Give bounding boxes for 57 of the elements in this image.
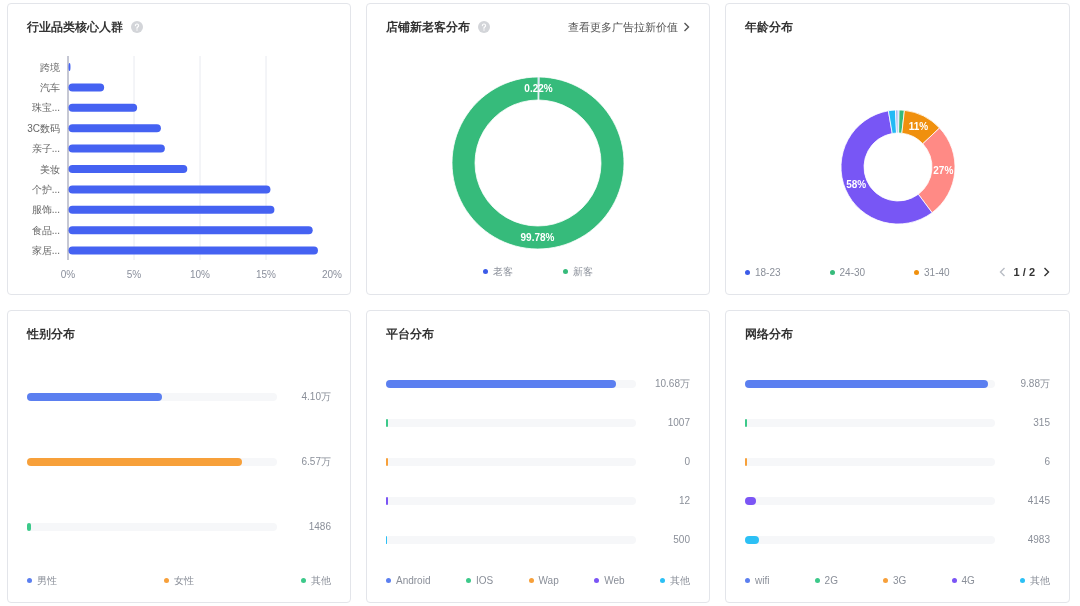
page-indicator: 1 / 2 xyxy=(1013,265,1035,280)
tick-label: 5% xyxy=(126,269,142,280)
category-label: 个护... xyxy=(31,183,60,195)
legend-label: 男性 xyxy=(37,574,57,588)
legend-label: 3G xyxy=(893,574,907,588)
value-text: 12 xyxy=(677,494,690,508)
legend-label: Wap xyxy=(538,574,559,588)
legend-label: 老客 xyxy=(493,265,513,279)
value-text: 6 xyxy=(1043,455,1050,469)
card-title: 网络分布 xyxy=(745,326,793,343)
category-label: 服饰... xyxy=(31,204,60,216)
category-label: 食品... xyxy=(31,224,60,236)
value-text: 1007 xyxy=(666,416,690,430)
tick-label: 20% xyxy=(322,269,342,280)
value-text: 0 xyxy=(683,455,690,469)
category-label: 汽车 xyxy=(40,81,60,93)
category-label: 珠宝... xyxy=(31,102,60,114)
tick-label: 10% xyxy=(190,269,210,280)
card-title: 年龄分布 xyxy=(745,19,793,36)
card-title: 店铺新老客分布 xyxy=(386,19,470,36)
tick-label: 15% xyxy=(256,269,276,280)
value-label: 27% xyxy=(932,165,953,177)
legend-label: 24-30 xyxy=(839,265,866,280)
value-text: 4145 xyxy=(1026,494,1050,508)
category-label: 家居... xyxy=(31,245,60,257)
category-label: 跨境 xyxy=(40,61,60,73)
legend-label: wifi xyxy=(755,574,770,588)
legend-label: 4G xyxy=(961,574,975,588)
legend-label: Android xyxy=(396,574,431,588)
value-text: 10.68万 xyxy=(653,377,690,391)
legend-label: 2G xyxy=(824,574,838,588)
value-text: 500 xyxy=(672,533,690,547)
card-title: 平台分布 xyxy=(386,326,434,343)
card-title: 性别分布 xyxy=(27,326,75,343)
tick-label: 0% xyxy=(60,269,76,280)
category-label: 3C数码 xyxy=(27,122,60,134)
legend-label: IOS xyxy=(475,574,494,588)
value-text: 1486 xyxy=(307,520,331,534)
card-title: 行业品类核心人群 xyxy=(27,19,123,36)
value-text: 4983 xyxy=(1026,533,1050,547)
category-label: 亲子... xyxy=(31,143,60,155)
legend-label: Web xyxy=(604,574,625,588)
value-text: 4.10万 xyxy=(300,390,331,404)
legend-label: 18-23 xyxy=(755,265,781,280)
value-text: 315 xyxy=(1032,416,1050,430)
value-label: 99.78% xyxy=(520,232,555,243)
legend-label: 31-40 xyxy=(924,265,950,280)
legend-label: 其他 xyxy=(311,574,331,588)
value-text: 6.57万 xyxy=(300,455,331,469)
value-label: 58% xyxy=(845,179,866,191)
legend-label: 其他 xyxy=(670,574,690,588)
legend-label: 新客 xyxy=(573,265,593,279)
value-text: 9.88万 xyxy=(1019,377,1050,391)
value-label: 11% xyxy=(908,120,928,132)
category-label: 美妆 xyxy=(40,163,60,175)
legend-label: 其他 xyxy=(1030,574,1050,588)
legend-label: 女性 xyxy=(174,574,194,588)
